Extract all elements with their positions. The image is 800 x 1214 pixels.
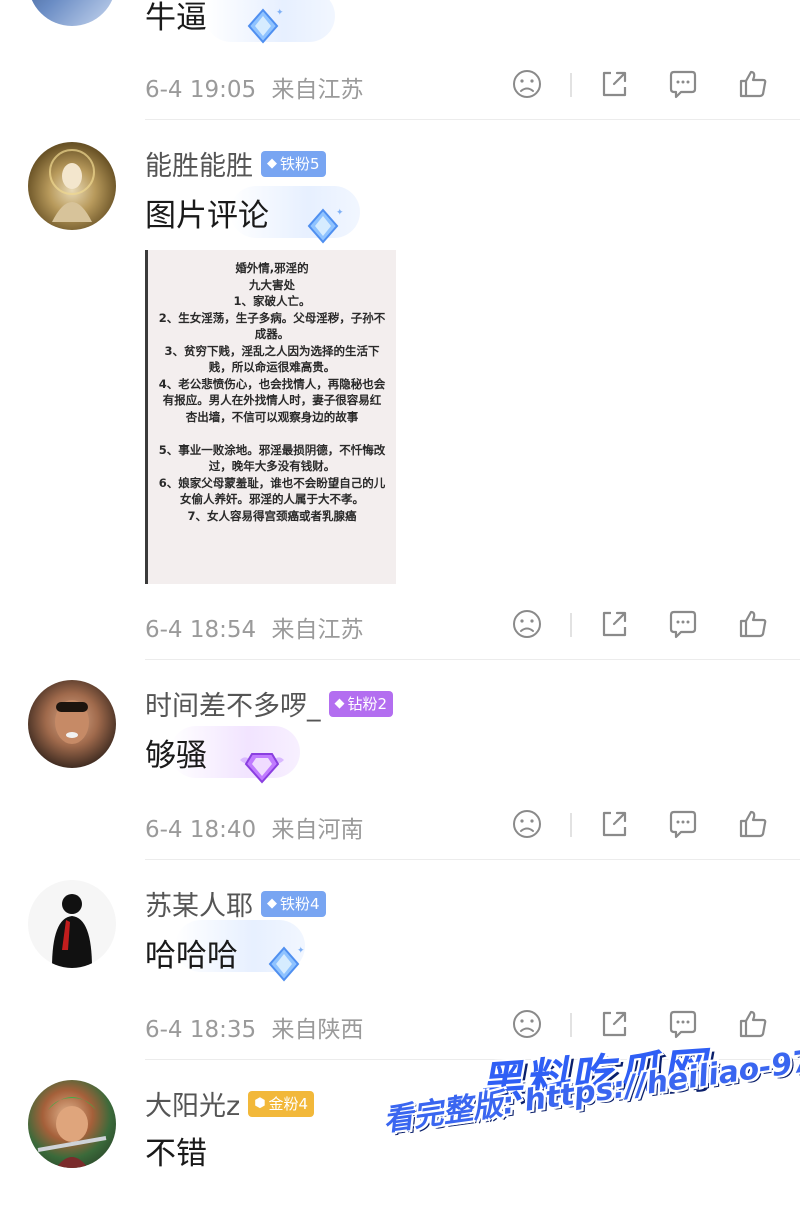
divider [570, 613, 572, 637]
fan-badge: ◆ 钻粉2 [328, 690, 394, 717]
comment-icon[interactable] [666, 807, 700, 841]
comment-actions [0, 807, 800, 847]
comment-icon[interactable] [666, 67, 700, 101]
diamond-sticker-icon: ✦ [307, 208, 343, 244]
username[interactable]: 大阳光z ⬢ 金粉4 [145, 1084, 315, 1123]
avatar[interactable] [28, 1080, 116, 1168]
divider [570, 73, 572, 97]
like-icon[interactable] [736, 807, 770, 841]
badge-label: 金粉4 [268, 1095, 309, 1113]
comment-meta [145, 1188, 153, 1214]
comment-text: 图片评论 [145, 198, 269, 234]
frown-icon[interactable] [510, 1007, 544, 1041]
comment-item: ✦ 牛逼 6-4 19:05 来自江苏 [0, 0, 800, 120]
diamond-icon: ◆ [267, 896, 277, 911]
comment-text: 牛逼 [145, 0, 207, 36]
fan-badge: ◆ 铁粉4 [261, 890, 326, 917]
badge-label: 铁粉4 [280, 895, 320, 913]
svg-text:✦: ✦ [336, 208, 343, 218]
comment-text: 不错 [145, 1136, 207, 1172]
frown-icon[interactable] [510, 67, 544, 101]
username-label: 大阳光z [145, 1091, 241, 1122]
share-icon[interactable] [597, 1007, 631, 1041]
like-icon[interactable] [736, 1007, 770, 1041]
avatar[interactable] [28, 142, 116, 230]
badge-label: 铁粉5 [280, 155, 320, 173]
comment-text: 哈哈哈 [145, 938, 238, 974]
share-icon[interactable] [597, 607, 631, 641]
diamond-icon: ◆ [267, 156, 277, 171]
comment-image[interactable]: 婚外情,邪淫的 九大害处 1、家破人亡。 2、生女淫荡，生子多病。父母淫秽，子孙… [145, 250, 396, 584]
diamond-icon: ◆ [334, 696, 345, 711]
badge-label: 钻粉2 [347, 695, 388, 713]
diamond-sticker-icon: ✦ [268, 946, 304, 982]
comment-text: 够骚 [145, 738, 207, 774]
comment-image-text: 婚外情,邪淫的 九大害处 1、家破人亡。 2、生女淫荡，生子多病。父母淫秽，子孙… [158, 261, 386, 523]
username[interactable]: 时间差不多啰_ ◆ 钻粉2 [145, 684, 394, 723]
avatar[interactable] [28, 680, 116, 768]
frown-icon[interactable] [510, 807, 544, 841]
share-icon[interactable] [597, 807, 631, 841]
divider [570, 1013, 572, 1037]
comment-actions [0, 67, 800, 107]
comment-item: 苏某人耶 ◆ 铁粉4 ✦ 哈哈哈 6-4 18:35 来自陕西 [0, 860, 800, 1060]
fan-badge: ◆ 铁粉5 [261, 150, 326, 177]
comment-item: 能胜能胜 ◆ 铁粉5 ✦ 图片评论 婚外情,邪淫的 九大害处 1、家破人亡。 2、… [0, 120, 800, 660]
divider [570, 813, 572, 837]
svg-text:✦: ✦ [297, 946, 304, 956]
avatar[interactable] [28, 0, 116, 26]
username[interactable]: 能胜能胜 ◆ 铁粉5 [145, 144, 326, 183]
avatar[interactable] [28, 880, 116, 968]
like-icon[interactable] [736, 607, 770, 641]
username-label: 时间差不多啰_ [145, 691, 321, 722]
gold-gem-icon: ⬢ [254, 1096, 266, 1111]
svg-text:✦: ✦ [276, 8, 283, 18]
username[interactable]: 苏某人耶 ◆ 铁粉4 [145, 884, 326, 923]
username-label: 苏某人耶 [145, 891, 253, 922]
gem-wings-sticker-icon [240, 753, 284, 784]
fan-badge: ⬢ 金粉4 [248, 1090, 315, 1117]
username-label: 能胜能胜 [145, 151, 253, 182]
frown-icon[interactable] [510, 607, 544, 641]
comment-icon[interactable] [666, 607, 700, 641]
diamond-sticker-icon: ✦ [247, 8, 283, 44]
comment-actions [0, 607, 800, 647]
comment-item: 时间差不多啰_ ◆ 钻粉2 够骚 6-4 18:40 来自河南 [0, 660, 800, 860]
like-icon[interactable] [736, 67, 770, 101]
share-icon[interactable] [597, 67, 631, 101]
